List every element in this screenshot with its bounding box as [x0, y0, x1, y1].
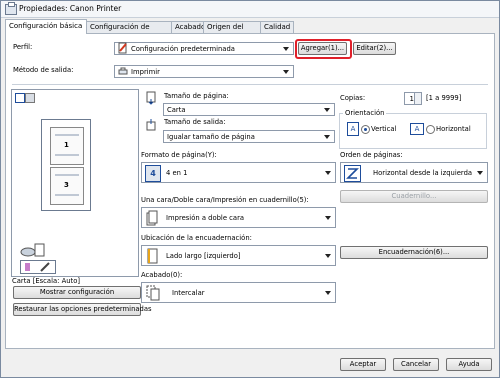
- binding-icon: [146, 248, 158, 264]
- edit-profile-button[interactable]: Editar(2)...: [353, 42, 396, 55]
- page-order-value: Horizontal desde la izquierda: [373, 169, 473, 177]
- output-method-value: Imprimir: [131, 68, 160, 76]
- output-method-select[interactable]: Imprimir: [114, 65, 294, 78]
- preview-mode-icon[interactable]: [15, 93, 25, 103]
- printer-properties-window: Propiedades: Canon Printer Configuración…: [0, 0, 500, 378]
- printer-icon: [5, 2, 17, 15]
- cancel-button[interactable]: Cancelar: [393, 358, 439, 371]
- page-size-label: Tamaño de página:: [164, 92, 229, 100]
- copies-input[interactable]: 1: [404, 92, 422, 105]
- page-order-label: Orden de páginas:: [340, 151, 403, 159]
- copies-spinner[interactable]: [414, 93, 421, 104]
- paper-stack-icon: [20, 243, 46, 257]
- orientation-vertical-radio[interactable]: [361, 125, 370, 134]
- output-size-value: Igualar tamaño de página: [167, 133, 255, 141]
- copies-label: Copias:: [340, 94, 366, 102]
- chevron-down-icon: [477, 171, 483, 175]
- preview-page-number: 1: [64, 141, 69, 149]
- chevron-down-icon: [325, 216, 331, 220]
- page-format-value: 4 en 1: [166, 169, 188, 177]
- output-method-label: Método de salida:: [13, 66, 74, 74]
- tab-origen-papel[interactable]: Origen del papel: [203, 21, 265, 42]
- binding-button[interactable]: Encuadernación(6)...: [340, 246, 488, 259]
- portrait-icon: A: [347, 122, 359, 136]
- profile-icon: [118, 42, 128, 54]
- duplex-value: Impresión a doble cara: [166, 214, 245, 222]
- preview-page-number: 3: [64, 181, 69, 189]
- stapler-icon: [20, 260, 56, 274]
- add-profile-button[interactable]: Agregar(1)...: [298, 42, 347, 55]
- title-bar: Propiedades: Canon Printer: [1, 1, 499, 18]
- page-order-select[interactable]: Horizontal desde la izquierda: [340, 162, 488, 183]
- profile-select[interactable]: Configuración predeterminada: [114, 42, 294, 55]
- preview-alt-mode-icon[interactable]: [25, 93, 35, 103]
- page-format-label: Formato de página(Y):: [141, 151, 217, 159]
- show-settings-button[interactable]: Mostrar configuración: [13, 286, 141, 299]
- finishing-label: Acabado(0):: [141, 271, 183, 279]
- binding-location-label: Ubicación de la encuadernación:: [141, 234, 252, 242]
- booklet-button[interactable]: Cuadernillo...: [340, 190, 488, 203]
- chevron-down-icon: [283, 47, 289, 51]
- page-size-icon: [145, 91, 157, 105]
- preview-sheet-back: 3: [50, 167, 84, 205]
- z-order-icon: [344, 165, 361, 182]
- duplex-select[interactable]: Impresión a doble cara: [141, 207, 336, 228]
- settings-panel: Perfil: Configuración predeterminada Agr…: [5, 33, 495, 349]
- pages-per-sheet-icon: 4: [145, 165, 161, 182]
- help-button[interactable]: Ayuda: [446, 358, 492, 371]
- preview-caption: Carta [Escala: Auto]: [12, 277, 81, 285]
- restore-defaults-button[interactable]: Restaurar las opciones predeterminadas: [13, 303, 152, 316]
- binding-location-select[interactable]: Lado largo [izquierdo]: [141, 245, 336, 266]
- orientation-vertical-label: Vertical: [371, 125, 397, 133]
- orientation-horizontal-label: Horizontal: [436, 125, 471, 133]
- tab-configuracion-pagina[interactable]: Configuración de página: [86, 21, 178, 42]
- chevron-down-icon: [325, 171, 331, 175]
- tab-configuracion-basica[interactable]: Configuración básica: [5, 19, 87, 34]
- divider: [12, 84, 488, 85]
- chevron-down-icon: [325, 254, 331, 258]
- page-preview: 1 3: [11, 89, 139, 277]
- orientation-horizontal-radio[interactable]: [426, 125, 435, 134]
- profile-value: Configuración predeterminada: [131, 45, 235, 53]
- chevron-down-icon: [283, 70, 289, 74]
- binding-location-value: Lado largo [izquierdo]: [166, 252, 241, 260]
- page-size-select[interactable]: Carta: [163, 103, 335, 116]
- copies-range: [1 a 9999]: [426, 94, 462, 102]
- orientation-label: Orientación: [343, 109, 387, 117]
- output-size-label: Tamaño de salida:: [164, 118, 226, 126]
- duplex-icon: [146, 210, 158, 226]
- printer-small-icon: [118, 67, 128, 76]
- finishing-value: Intercalar: [172, 289, 205, 297]
- collate-icon: [146, 285, 161, 301]
- chevron-down-icon: [324, 108, 330, 112]
- chevron-down-icon: [325, 291, 331, 295]
- output-size-icon: [145, 118, 157, 132]
- window-title: Propiedades: Canon Printer: [19, 4, 122, 13]
- page-format-select[interactable]: 4 4 en 1: [141, 162, 336, 183]
- chevron-down-icon: [324, 135, 330, 139]
- tab-calidad[interactable]: Calidad: [260, 21, 294, 33]
- ok-button[interactable]: Aceptar: [340, 358, 386, 371]
- finishing-select[interactable]: Intercalar: [141, 282, 336, 303]
- preview-paper: 1 3: [41, 119, 91, 211]
- page-size-value: Carta: [167, 106, 186, 114]
- landscape-icon: A: [410, 123, 424, 135]
- output-size-select[interactable]: Igualar tamaño de página: [163, 130, 335, 143]
- profile-label: Perfil:: [13, 43, 33, 51]
- preview-sheet-front: 1: [50, 127, 84, 165]
- duplex-label: Una cara/Doble cara/Impresión en cuadern…: [141, 196, 309, 204]
